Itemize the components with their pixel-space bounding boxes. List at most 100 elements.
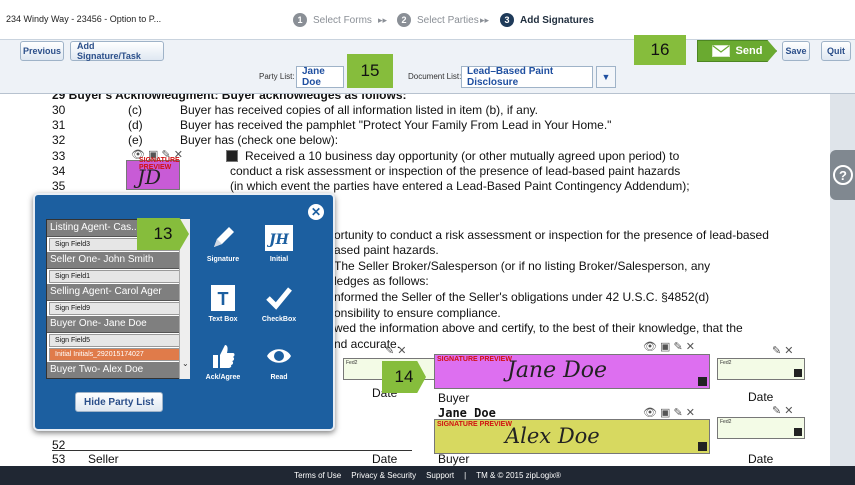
- date-label: Date: [372, 452, 398, 466]
- document-line: conduct a risk assessment or inspection …: [230, 164, 681, 178]
- alex-doe-signature-field[interactable]: SIGNATURE PREVIEW Alex Doe: [434, 419, 710, 454]
- document-line: Buyer has received copies of all informa…: [180, 103, 538, 117]
- checkbox-field[interactable]: [226, 150, 238, 162]
- document-line: ledges as follows:: [334, 274, 429, 288]
- item-label: (c): [128, 103, 142, 117]
- initial-tool[interactable]: JH Initial: [255, 223, 303, 263]
- document-line: (in which event the parties have entered…: [230, 179, 690, 193]
- date-label: Date: [748, 390, 774, 404]
- document-line: Received a 10 business day opportunity (…: [245, 149, 680, 163]
- buyer-label: Buyer: [438, 391, 470, 405]
- party-field-selected[interactable]: Initial Initials_292015174027: [49, 348, 187, 361]
- quit-button[interactable]: Quit: [821, 41, 851, 61]
- initial-icon: JH: [265, 225, 293, 251]
- seller-label: Seller: [88, 452, 119, 466]
- initials-field[interactable]: SIGNATURE PREVIEW JD: [126, 157, 180, 190]
- alex-signature-preview: Alex Doe: [505, 424, 600, 448]
- send-button[interactable]: Send: [697, 40, 777, 62]
- field-tools-icon[interactable]: ✎ ✕: [772, 344, 794, 357]
- step-separator: ▸▸: [480, 15, 490, 25]
- add-signature-task-button[interactable]: Add Signature/Task: [70, 41, 164, 61]
- checkmark-icon: [266, 287, 292, 310]
- date-field[interactable]: Fed2: [717, 417, 805, 439]
- callout-badge-16: 16: [634, 35, 686, 65]
- document-line: nformed the Seller of the Seller's oblig…: [334, 290, 710, 304]
- document-line: wed the information above and certify, t…: [334, 321, 743, 335]
- previous-button[interactable]: Previous: [20, 41, 64, 61]
- jane-doe-signature-field[interactable]: SIGNATURE PREVIEW Jane Doe: [434, 354, 710, 389]
- signature-preview-label: SIGNATURE PREVIEW: [437, 356, 512, 363]
- party-field[interactable]: Sign Field9: [49, 302, 187, 315]
- support-link[interactable]: Support: [426, 471, 454, 480]
- document-line: onsibility to ensure compliance.: [334, 306, 501, 320]
- document-list-label: Document List:: [408, 72, 462, 81]
- document-line: ased paint hazards.: [334, 243, 439, 257]
- document-title: 234 Windy Way - 23456 - Option to P...: [6, 14, 162, 24]
- checkbox-tool[interactable]: CheckBox: [255, 283, 303, 323]
- pen-icon: [214, 227, 234, 247]
- line-number: 30: [52, 103, 66, 117]
- svg-text:T: T: [218, 289, 229, 309]
- line-number: 34: [52, 164, 66, 178]
- buyer-label: Buyer: [438, 452, 470, 466]
- help-icon: ?: [832, 165, 853, 185]
- eye-icon: [267, 349, 291, 363]
- callout-badge-14: 14: [382, 361, 426, 393]
- hide-party-list-button[interactable]: Hide Party List: [75, 392, 163, 412]
- document-line: Buyer has received the pamphlet "Protect…: [180, 118, 612, 132]
- footer: Terms of Use Privacy & Security Support …: [0, 466, 855, 485]
- textbox-icon: T: [211, 285, 235, 311]
- date-label: Date: [748, 452, 774, 466]
- party-group[interactable]: Selling Agent- Carol Ager: [47, 284, 189, 301]
- party-group[interactable]: Buyer One- Jane Doe: [47, 316, 189, 333]
- party-group[interactable]: Seller One- John Smith: [47, 252, 189, 269]
- jane-signature-preview: Jane Doe: [507, 358, 608, 383]
- field-tools-icon[interactable]: ✎ ✕: [385, 344, 407, 357]
- copyright-text: TM & © 2015 zipLogix®: [476, 471, 561, 480]
- save-button[interactable]: Save: [782, 41, 810, 61]
- privacy-security-link[interactable]: Privacy & Security: [351, 471, 416, 480]
- svg-text:?: ?: [839, 168, 847, 183]
- line-number: 31: [52, 118, 66, 132]
- read-tool[interactable]: Read: [255, 341, 303, 381]
- title-bar: 234 Windy Way - 23456 - Option to P... 1…: [0, 0, 855, 40]
- buyer-acknowledgment-heading: 29 Buyer's Acknowledgment: Buyer acknowl…: [52, 94, 407, 102]
- terms-of-use-link[interactable]: Terms of Use: [294, 471, 341, 480]
- help-button[interactable]: ?: [830, 150, 855, 200]
- signature-preview-label: SIGNATURE PREVIEW: [437, 421, 512, 428]
- chevron-down-icon[interactable]: ▼: [596, 66, 616, 88]
- party-list-select[interactable]: Jane Doe: [296, 66, 344, 88]
- buyer-name: Jane Doe: [438, 406, 496, 420]
- party-list-label: Party List:: [259, 72, 295, 81]
- thumbs-up-icon: [213, 345, 235, 368]
- document-line: The Seller Broker/Salesperson (or if no …: [334, 259, 711, 273]
- line-number: 35: [52, 179, 66, 193]
- callout-badge-13: 13: [137, 218, 189, 250]
- resize-handle[interactable]: [698, 442, 707, 451]
- text-box-tool[interactable]: T Text Box: [199, 283, 247, 323]
- resize-handle[interactable]: [698, 377, 707, 386]
- party-group[interactable]: Buyer Two- Alex Doe: [47, 362, 189, 378]
- document-list-select[interactable]: Lead–Based Paint Disclosure: [461, 66, 593, 88]
- step-separator: ▸▸: [378, 15, 388, 25]
- svg-text:JH: JH: [266, 232, 290, 248]
- date-field[interactable]: Fed2: [717, 358, 805, 380]
- document-line: ortunity to conduct a risk assessment or…: [334, 228, 769, 242]
- party-field[interactable]: Sign Field1: [49, 270, 187, 283]
- signature-tool[interactable]: Signature: [199, 223, 247, 263]
- envelope-icon: [711, 45, 730, 57]
- field-tools-icon[interactable]: 👁 ▣ ✎ ✕: [643, 340, 695, 353]
- ack-agree-tool[interactable]: Ack/Agree: [199, 341, 247, 381]
- step-add-signatures[interactable]: 3 Add Signatures: [500, 10, 594, 30]
- field-tools-icon[interactable]: 👁 ▣ ✎ ✕: [643, 406, 695, 419]
- step-select-parties[interactable]: 2 Select Parties: [397, 10, 479, 30]
- line-number: 32: [52, 133, 66, 147]
- item-label: (d): [128, 118, 143, 132]
- field-tools-icon[interactable]: ✎ ✕: [772, 404, 794, 417]
- step-select-forms[interactable]: 1 Select Forms: [293, 10, 372, 30]
- footer-separator: |: [464, 471, 467, 480]
- document-line: Buyer has (check one below):: [180, 133, 339, 147]
- close-icon[interactable]: ✕: [308, 204, 324, 220]
- line-number: 33: [52, 149, 66, 163]
- party-field[interactable]: Sign Field5: [49, 334, 187, 347]
